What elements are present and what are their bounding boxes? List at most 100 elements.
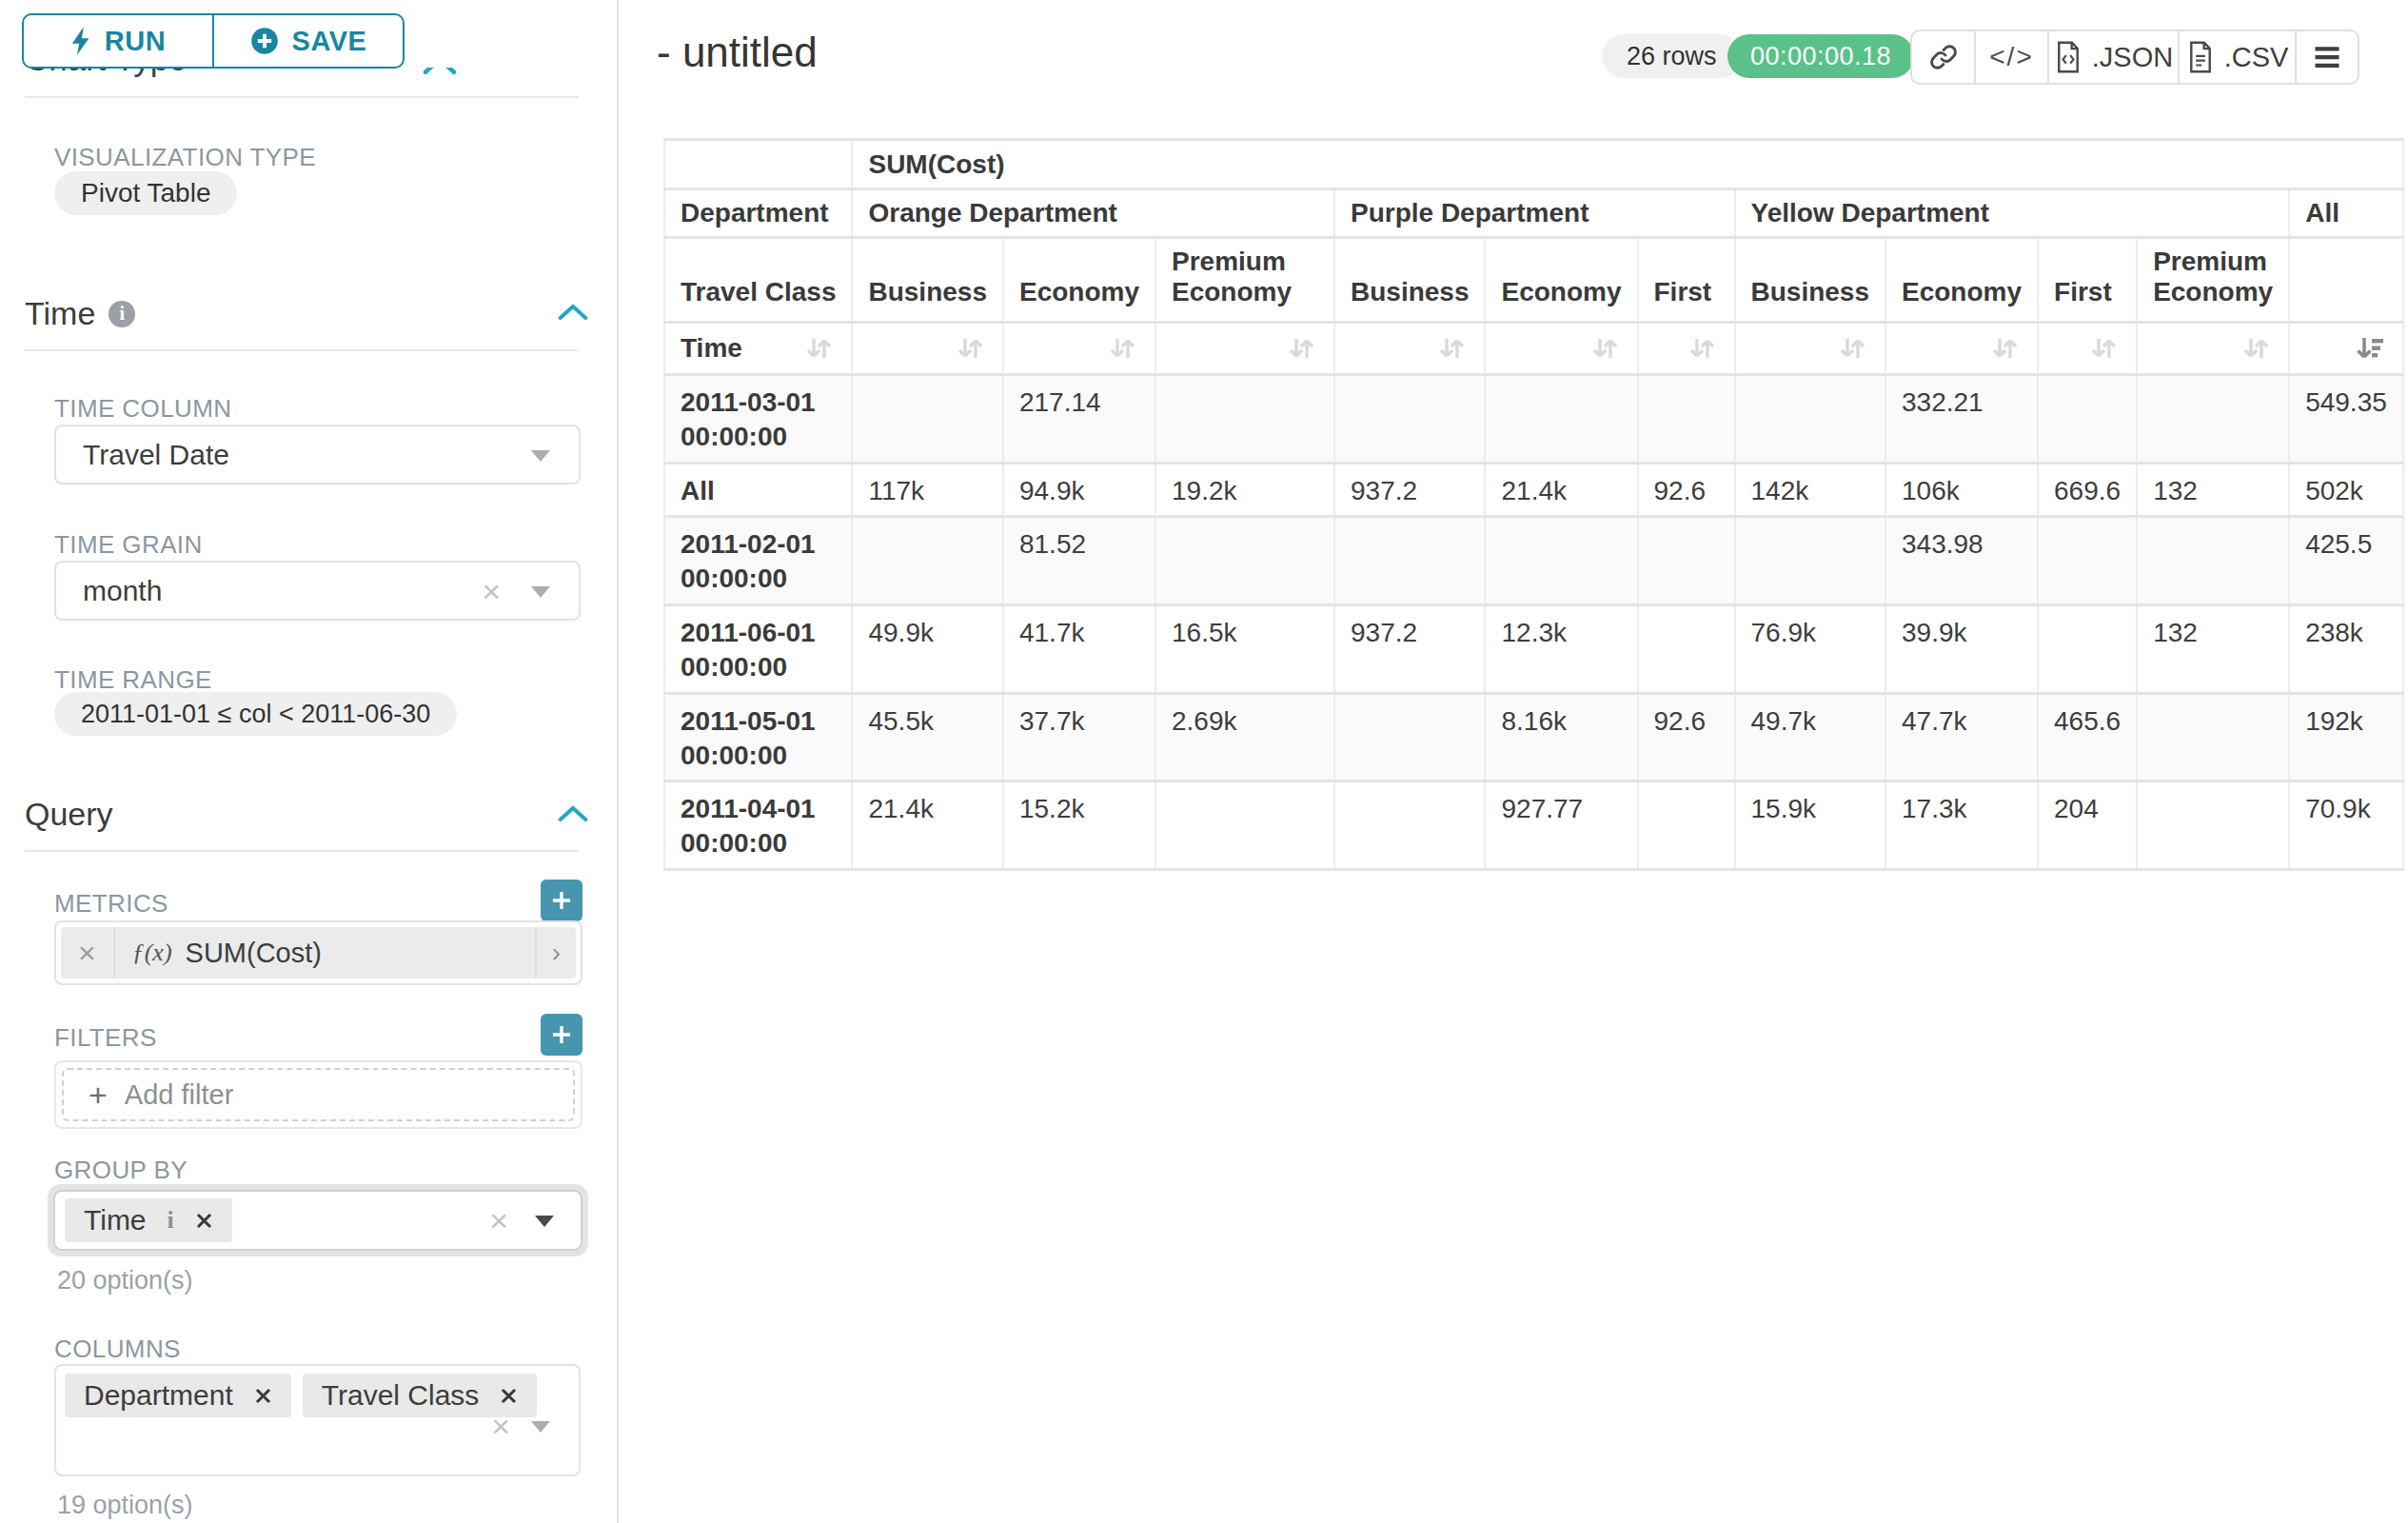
value-cell: 15.2k xyxy=(1003,781,1155,870)
selected-token[interactable]: Timei xyxy=(65,1198,232,1242)
sort-icon[interactable] xyxy=(1105,331,1139,366)
department-header: Purple Department xyxy=(1334,189,1735,238)
remove-token-icon[interactable] xyxy=(500,1387,518,1405)
value-cell: 549.35 xyxy=(2289,375,2403,464)
sort-icon[interactable] xyxy=(1434,331,1469,366)
menu-button[interactable] xyxy=(2295,31,2358,83)
group-by-select-focused: Timei × xyxy=(48,1184,588,1256)
time-column-select[interactable]: Travel Date xyxy=(54,425,581,485)
value-cell: 45.5k xyxy=(852,693,1003,781)
corner-cell xyxy=(664,140,852,189)
selected-token[interactable]: Department xyxy=(65,1374,291,1417)
sort-row: Time xyxy=(664,323,2403,375)
sort-icon[interactable] xyxy=(1588,331,1622,366)
viz-type-pill[interactable]: Pivot Table xyxy=(54,171,237,215)
value-cell: 19.2k xyxy=(1155,463,1334,517)
value-cell xyxy=(1155,375,1334,464)
time-column-label: TIME COLUMN xyxy=(54,394,231,424)
group-by-select[interactable]: Timei × xyxy=(53,1190,582,1251)
chart-title[interactable]: - untitled xyxy=(657,29,818,76)
value-cell xyxy=(1485,517,1637,605)
metric-token[interactable]: × ƒ(x) SUM(Cost) › xyxy=(61,927,576,979)
value-cell: 16.5k xyxy=(1155,605,1334,694)
sort-icon[interactable] xyxy=(2239,331,2273,366)
time-collapse-icon[interactable] xyxy=(558,303,588,322)
value-cell xyxy=(2137,781,2289,870)
sort-cell xyxy=(1155,323,1334,375)
export-csv-button[interactable]: .CSV xyxy=(2178,31,2295,83)
divider xyxy=(25,349,579,351)
time-grain-select[interactable]: month × xyxy=(54,561,581,621)
metric-header-row: SUM(Cost) xyxy=(664,140,2403,189)
query-collapse-icon[interactable] xyxy=(558,804,588,823)
function-icon: ƒ(x) xyxy=(132,939,172,967)
table-row: All117k94.9k19.2k937.221.4k92.6142k106k6… xyxy=(664,463,2403,517)
sort-icon[interactable] xyxy=(1685,331,1719,366)
value-cell: 238k xyxy=(2289,605,2403,694)
expand-metric-icon[interactable]: › xyxy=(535,927,576,979)
time-section-header[interactable]: Time i xyxy=(25,295,135,332)
value-cell: 132 xyxy=(2137,605,2289,694)
query-section-header[interactable]: Query xyxy=(25,796,113,833)
value-cell: 937.2 xyxy=(1334,605,1486,694)
travel-class-header: Business xyxy=(1735,238,1886,323)
time-sort-cell: Time xyxy=(664,323,852,375)
value-cell: 204 xyxy=(2038,781,2137,870)
time-range-pill[interactable]: 2011-01-01 ≤ col < 2011-06-30 xyxy=(54,692,457,736)
sort-cell xyxy=(1003,323,1155,375)
group-by-option-count: 20 option(s) xyxy=(57,1266,193,1296)
table-row: 2011-03-01 00:00:00217.14332.21549.35 xyxy=(664,375,2403,464)
value-cell xyxy=(2038,605,2137,694)
value-cell xyxy=(2038,375,2137,464)
value-cell: 142k xyxy=(1735,463,1886,517)
sort-cell xyxy=(852,323,1003,375)
control-sidebar: Chart Type RUN SAVE VISUALIZATION TYPE P… xyxy=(0,0,619,1523)
value-cell xyxy=(2137,517,2289,605)
time-range-label: TIME RANGE xyxy=(54,665,212,695)
table-row: 2011-02-01 00:00:0081.52343.98425.5 xyxy=(664,517,2403,605)
view-query-button[interactable]: </> xyxy=(1974,31,2047,83)
remove-token-icon[interactable] xyxy=(195,1212,213,1230)
sort-icon[interactable] xyxy=(2086,331,2121,366)
add-filter-button[interactable]: + Add filter xyxy=(62,1068,575,1121)
value-cell: 76.9k xyxy=(1735,605,1886,694)
sort-icon[interactable] xyxy=(1284,331,1318,366)
add-metric-button[interactable] xyxy=(541,880,582,921)
export-json-button[interactable]: .JSON xyxy=(2047,31,2178,83)
metrics-box: × ƒ(x) SUM(Cost) › xyxy=(54,920,582,985)
value-cell xyxy=(1638,517,1735,605)
value-cell: 132 xyxy=(2137,463,2289,517)
remove-token-icon[interactable] xyxy=(254,1387,272,1405)
clear-icon[interactable]: × xyxy=(482,572,501,609)
sort-cell xyxy=(1334,323,1486,375)
value-cell: 465.6 xyxy=(2038,693,2137,781)
sort-icon[interactable] xyxy=(801,331,836,366)
row-header: 2011-02-01 00:00:00 xyxy=(664,517,852,605)
value-cell xyxy=(1155,517,1334,605)
clear-icon[interactable]: × xyxy=(491,1408,510,1445)
row-header: 2011-03-01 00:00:00 xyxy=(664,375,852,464)
viz-type-label: VISUALIZATION TYPE xyxy=(54,143,316,172)
add-filter-plus-button[interactable] xyxy=(541,1014,582,1056)
run-save-button-group: RUN SAVE xyxy=(22,13,405,69)
sort-descending-icon[interactable] xyxy=(2353,331,2387,366)
run-button[interactable]: RUN xyxy=(24,15,212,67)
share-link-button[interactable] xyxy=(1912,31,1974,83)
travel-class-header: First xyxy=(1638,238,1735,323)
travel-class-header: Economy xyxy=(1885,238,2038,323)
value-cell: 669.6 xyxy=(2038,463,2137,517)
value-cell: 927.77 xyxy=(1485,781,1637,870)
columns-select[interactable]: DepartmentTravel Class × xyxy=(54,1364,581,1476)
sort-icon[interactable] xyxy=(1987,331,2022,366)
remove-metric-icon[interactable]: × xyxy=(61,927,115,979)
sort-icon[interactable] xyxy=(1835,331,1869,366)
value-cell xyxy=(2038,517,2137,605)
sort-icon[interactable] xyxy=(953,331,987,366)
all-header: All xyxy=(2289,189,2403,238)
value-cell: 49.9k xyxy=(852,605,1003,694)
save-button[interactable]: SAVE xyxy=(212,15,403,67)
sort-cell xyxy=(1735,323,1886,375)
clear-icon[interactable]: × xyxy=(489,1202,508,1239)
table-row: 2011-05-01 00:00:0045.5k37.7k2.69k8.16k9… xyxy=(664,693,2403,781)
code-icon: </> xyxy=(1989,42,2033,72)
